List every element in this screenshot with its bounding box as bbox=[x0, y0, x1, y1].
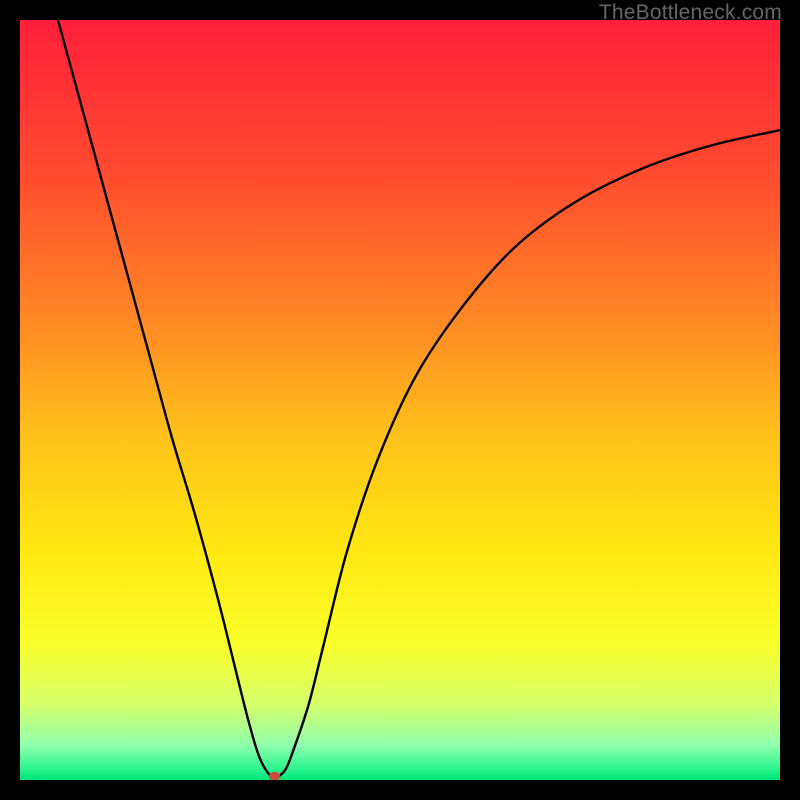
chart-background bbox=[20, 20, 780, 780]
chart-plot bbox=[20, 20, 780, 780]
chart-frame bbox=[20, 20, 780, 780]
